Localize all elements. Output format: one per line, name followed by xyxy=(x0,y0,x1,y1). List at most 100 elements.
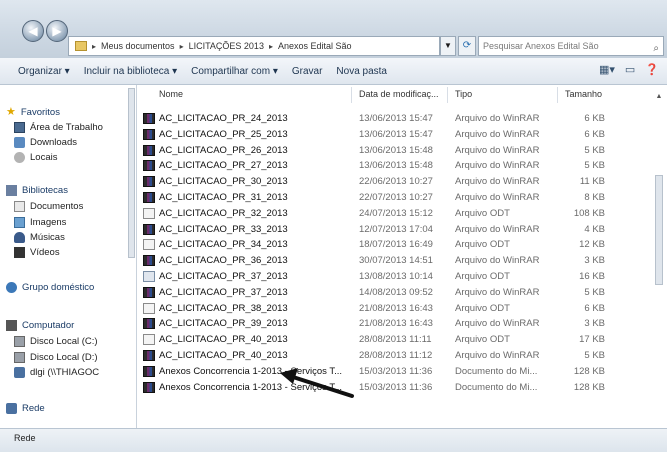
nav-downloads[interactable]: Downloads xyxy=(14,137,77,148)
odt-document-icon xyxy=(143,207,155,219)
file-size: 5 KB xyxy=(584,144,605,156)
file-row[interactable]: AC_LICITACAO_PR_37_2013 13/08/2013 10:14 A… xyxy=(137,269,655,285)
file-row[interactable]: Anexos Concorrencia 1-2013 - Serviços T.… xyxy=(137,380,655,396)
navigation-scrollbar[interactable] xyxy=(128,88,135,258)
file-row[interactable]: AC_LICITACAO_PR_33_2013 12/07/2013 17:04 A… xyxy=(137,222,655,238)
file-row[interactable]: AC_LICITACAO_PR_27_2013 13/06/2013 15:48 A… xyxy=(137,158,655,174)
file-row[interactable]: AC_LICITACAO_PR_36_2013 30/07/2013 14:51 A… xyxy=(137,253,655,269)
nav-label: dlgi (\\THIAGOC xyxy=(30,367,100,378)
column-header-name[interactable]: Nome xyxy=(159,89,183,103)
file-date: 13/06/2013 15:47 xyxy=(359,128,433,140)
file-name: Anexos Concorrencia 1-2013 - Serviços T.… xyxy=(159,365,343,377)
downloads-icon xyxy=(14,137,25,148)
forward-button[interactable]: ▶ xyxy=(46,20,68,42)
file-row[interactable]: AC_LICITACAO_PR_31_2013 22/07/2013 10:27 A… xyxy=(137,190,655,206)
desktop-icon xyxy=(14,122,25,133)
scroll-up-icon[interactable]: ▲ xyxy=(655,92,663,102)
nav-documents[interactable]: Documentos xyxy=(14,201,83,212)
search-icon: ⌕ xyxy=(653,43,659,54)
file-name-cell: AC_LICITACAO_PR_37_2013 xyxy=(143,271,343,282)
column-divider[interactable] xyxy=(557,87,558,103)
search-input[interactable]: Pesquisar Anexos Edital São ⌕ xyxy=(478,36,664,56)
chevron-down-icon: ▼ xyxy=(444,41,452,50)
column-divider[interactable] xyxy=(447,87,448,103)
nav-homegroup[interactable]: Grupo doméstico xyxy=(6,282,94,293)
file-name: AC_LICITACAO_PR_31_2013 xyxy=(159,192,288,203)
file-row[interactable]: AC_LICITACAO_PR_38_2013 21/08/2013 16:43 A… xyxy=(137,301,655,317)
file-row[interactable]: AC_LICITACAO_PR_30_2013 22/06/2013 10:27 A… xyxy=(137,174,655,190)
column-header-date[interactable]: Data de modificaç... xyxy=(359,89,439,103)
winrar-archive-icon xyxy=(143,365,155,377)
file-row[interactable]: AC_LICITACAO_PR_40_2013 28/08/2013 11:11 A… xyxy=(137,332,655,348)
include-in-library-button[interactable]: Incluir na biblioteca ▾ xyxy=(84,66,177,77)
nav-images[interactable]: Imagens xyxy=(14,217,66,228)
file-type: Arquivo do WinRAR xyxy=(455,128,540,140)
nav-label: Documentos xyxy=(30,201,84,212)
nav-disk-d[interactable]: Disco Local (D:) xyxy=(14,352,98,363)
breadcrumb-item[interactable]: Meus documentos xyxy=(101,41,175,51)
libraries-icon xyxy=(6,185,17,196)
file-name-cell: Anexos Concorrencia 1-2013 - Serviços T.… xyxy=(143,365,343,377)
view-controls: ▦▾ ▭ ❓ xyxy=(599,63,659,76)
file-row[interactable]: AC_LICITACAO_PR_37_2013 14/08/2013 09:52 A… xyxy=(137,285,655,301)
file-row[interactable]: AC_LICITACAO_PR_34_2013 18/07/2013 16:49 A… xyxy=(137,237,655,253)
view-options-icon[interactable]: ▦▾ xyxy=(599,63,615,76)
nav-favorites[interactable]: ★ Favoritos xyxy=(6,107,60,119)
file-row[interactable]: AC_LICITACAO_PR_24_2013 13/06/2013 15:47 A… xyxy=(137,111,655,127)
nav-network[interactable]: Rede xyxy=(6,403,45,414)
file-date: 22/07/2013 10:27 xyxy=(359,192,433,203)
file-name: AC_LICITACAO_PR_37_2013 xyxy=(159,286,288,298)
nav-desktop[interactable]: Área de Trabalho xyxy=(14,122,103,133)
file-name: AC_LICITACAO_PR_36_2013 xyxy=(159,255,288,267)
file-list-scrollbar[interactable] xyxy=(655,175,663,285)
share-with-button[interactable]: Compartilhar com ▾ xyxy=(191,66,278,77)
nav-libraries[interactable]: Bibliotecas xyxy=(6,185,68,196)
file-type: Documento do Mi... xyxy=(455,381,538,393)
file-row[interactable]: AC_LICITACAO_PR_32_2013 24/07/2013 15:12 A… xyxy=(137,206,655,222)
column-header-size[interactable]: Tamanho xyxy=(565,89,602,103)
file-name-cell: AC_LICITACAO_PR_40_2013 xyxy=(143,350,343,361)
file-row[interactable]: Anexos Concorrencia 1-2013 - Serviços T.… xyxy=(137,364,655,380)
network-icon xyxy=(6,403,17,414)
breadcrumb-item[interactable]: Anexos Edital São xyxy=(278,41,352,51)
file-name: AC_LICITACAO_PR_37_2013 xyxy=(159,271,288,282)
address-bar[interactable]: ▸ Meus documentos ▸ LICITAÇÕES 2013 ▸ An… xyxy=(68,36,440,56)
nav-disk-c[interactable]: Disco Local (C:) xyxy=(14,336,98,347)
column-divider[interactable] xyxy=(351,87,352,103)
nav-recent-places[interactable]: Locais xyxy=(14,152,57,163)
file-date: 21/08/2013 16:43 xyxy=(359,318,433,330)
winrar-archive-icon xyxy=(143,350,155,361)
nav-music[interactable]: Músicas xyxy=(14,232,65,243)
nav-videos[interactable]: Vídeos xyxy=(14,247,60,258)
odt-document-icon xyxy=(143,302,155,314)
music-icon xyxy=(14,232,25,243)
documents-icon xyxy=(14,201,25,212)
help-icon[interactable]: ❓ xyxy=(645,63,659,76)
odt-document-icon xyxy=(143,334,155,346)
nav-computer[interactable]: Computador xyxy=(6,320,74,331)
file-row[interactable]: AC_LICITACAO_PR_40_2013 28/08/2013 11:12 A… xyxy=(137,348,655,364)
column-header-type[interactable]: Tipo xyxy=(455,89,472,103)
file-name-cell: AC_LICITACAO_PR_34_2013 xyxy=(143,239,343,251)
nav-label: Locais xyxy=(30,152,58,163)
images-icon xyxy=(14,217,25,228)
file-row[interactable]: AC_LICITACAO_PR_26_2013 13/06/2013 15:48 A… xyxy=(137,143,655,159)
file-row[interactable]: AC_LICITACAO_PR_39_2013 21/08/2013 16:43 A… xyxy=(137,316,655,332)
burn-button[interactable]: Gravar xyxy=(292,66,323,77)
breadcrumb-item[interactable]: LICITAÇÕES 2013 xyxy=(189,41,264,51)
back-button[interactable]: ◀ xyxy=(22,20,44,42)
new-folder-button[interactable]: Nova pasta xyxy=(336,66,387,77)
file-name: AC_LICITACAO_PR_26_2013 xyxy=(159,144,288,156)
file-type: Arquivo do WinRAR xyxy=(455,160,540,172)
file-type: Arquivo ODT xyxy=(455,271,510,282)
organize-button[interactable]: Organizar ▾ xyxy=(18,66,70,77)
nav-network-drive[interactable]: dlgi (\\THIAGOC xyxy=(14,367,99,378)
file-row[interactable]: AC_LICITACAO_PR_25_2013 13/06/2013 15:47 A… xyxy=(137,127,655,143)
file-size: 3 KB xyxy=(584,318,605,330)
homegroup-icon xyxy=(6,282,17,293)
file-size: 128 KB xyxy=(573,365,605,377)
file-date: 13/06/2013 15:48 xyxy=(359,144,433,156)
address-history-dropdown[interactable]: ▼ xyxy=(440,36,456,56)
preview-pane-icon[interactable]: ▭ xyxy=(625,63,635,76)
refresh-button[interactable]: ⟳ xyxy=(458,36,476,56)
